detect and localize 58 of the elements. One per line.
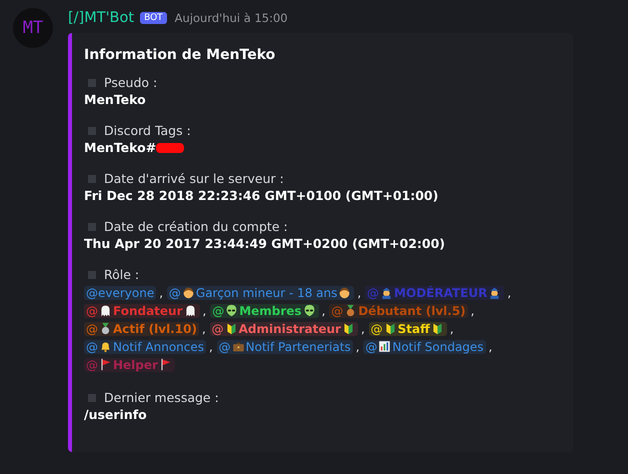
bullet-icon [88,222,96,230]
field-value: Fri Dec 28 2018 22:23:46 GMT+0100 (GMT+01:00) [84,188,440,203]
role-mention[interactable]: @ Garçon mineur - 18 ans [166,286,354,300]
field-name: Discord Tags : [104,123,191,138]
bullet-icon [88,394,96,402]
role-mention[interactable]: @ Staff [368,322,447,336]
field-name: Dernier message : [104,390,219,405]
role-mention[interactable]: @ Débutant (lvl.5) [329,304,468,318]
role-mention[interactable]: @ Fondateur [84,304,200,318]
chevron-icon [384,322,397,335]
separator: , [488,340,492,354]
field-value: MenTeko [84,92,147,107]
field-value: /userinfo [84,407,148,422]
avatar[interactable]: MT [13,8,53,48]
bullet-icon [88,174,96,182]
role-mention[interactable]: @everyone [84,286,156,300]
separator: , [470,304,474,318]
bullet-icon [88,126,96,134]
briefcase-icon [232,340,245,353]
author-name[interactable]: [/]MT'Bot [68,10,134,26]
separator: , [360,322,365,336]
role-mention[interactable]: @ Notif Annonces [84,340,206,354]
separator: , [202,322,206,336]
field-value: MenTeko# [84,140,156,155]
chart-icon [378,340,392,353]
boy-icon [182,286,195,299]
role-mention[interactable]: @ Notif Sondages [363,340,486,354]
field-name: Rôle : [104,267,140,282]
role-mention[interactable]: @ Notif Parteneriats [216,340,353,354]
redaction-mark [156,142,184,152]
flag-icon [99,358,112,371]
field-name: Date de création du compte : [104,219,288,234]
separator: , [209,340,213,354]
separator: , [507,286,512,300]
separator: , [202,304,206,318]
bullet-icon [88,270,96,278]
role-mention[interactable]: @ Administrateur [210,322,358,336]
field-value: Thu Apr 20 2017 23:44:49 GMT+0200 (GMT+02:00) [84,236,446,251]
field-name: Date d'arrivé sur le serveur : [104,171,284,186]
separator: , [357,286,362,300]
timestamp: Aujourd'hui à 15:00 [174,11,288,25]
bell-icon [99,340,112,353]
medal-icon [99,322,112,335]
officer-icon [380,286,394,299]
embed-title: Information de MenTeko [84,47,276,63]
field-name: Pseudo : [104,75,158,90]
bot-badge: BOT [140,12,167,24]
chevron-icon [224,322,238,335]
separator: , [356,340,360,354]
separator: , [322,304,326,318]
separator: , [450,322,454,336]
separator: , [159,286,164,300]
role-mention[interactable]: @ Membres [210,304,319,318]
role-mention[interactable]: @ Helper [84,358,175,372]
role-mention[interactable]: @ Actif (lvl.10) [84,322,199,336]
bullet-icon [88,78,96,86]
alien-icon [225,304,238,317]
ghost-icon [99,304,112,317]
